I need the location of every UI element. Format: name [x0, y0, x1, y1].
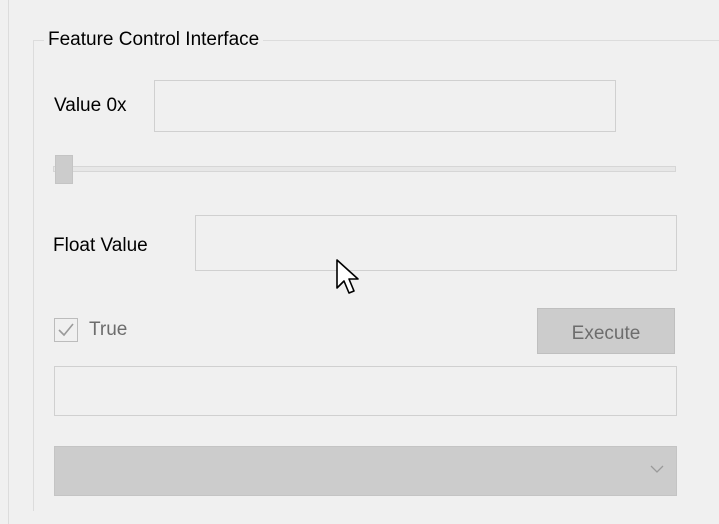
result-field[interactable]: [54, 366, 677, 416]
true-checkbox[interactable]: [54, 318, 78, 342]
window-left-border: [8, 0, 9, 524]
value-slider-thumb[interactable]: [55, 155, 73, 184]
float-value-label: Float Value: [53, 235, 148, 256]
hex-value-label: Value 0x: [54, 95, 127, 116]
execute-button[interactable]: Execute: [537, 308, 675, 354]
true-checkbox-label: True: [89, 319, 128, 340]
hex-value-input[interactable]: [154, 80, 616, 132]
checkmark-icon: [58, 323, 74, 337]
value-slider-track[interactable]: [53, 166, 676, 172]
groupbox-title: Feature Control Interface: [44, 28, 264, 52]
chevron-down-icon: [650, 465, 664, 473]
option-dropdown[interactable]: [54, 446, 677, 496]
float-value-input[interactable]: [195, 215, 677, 271]
